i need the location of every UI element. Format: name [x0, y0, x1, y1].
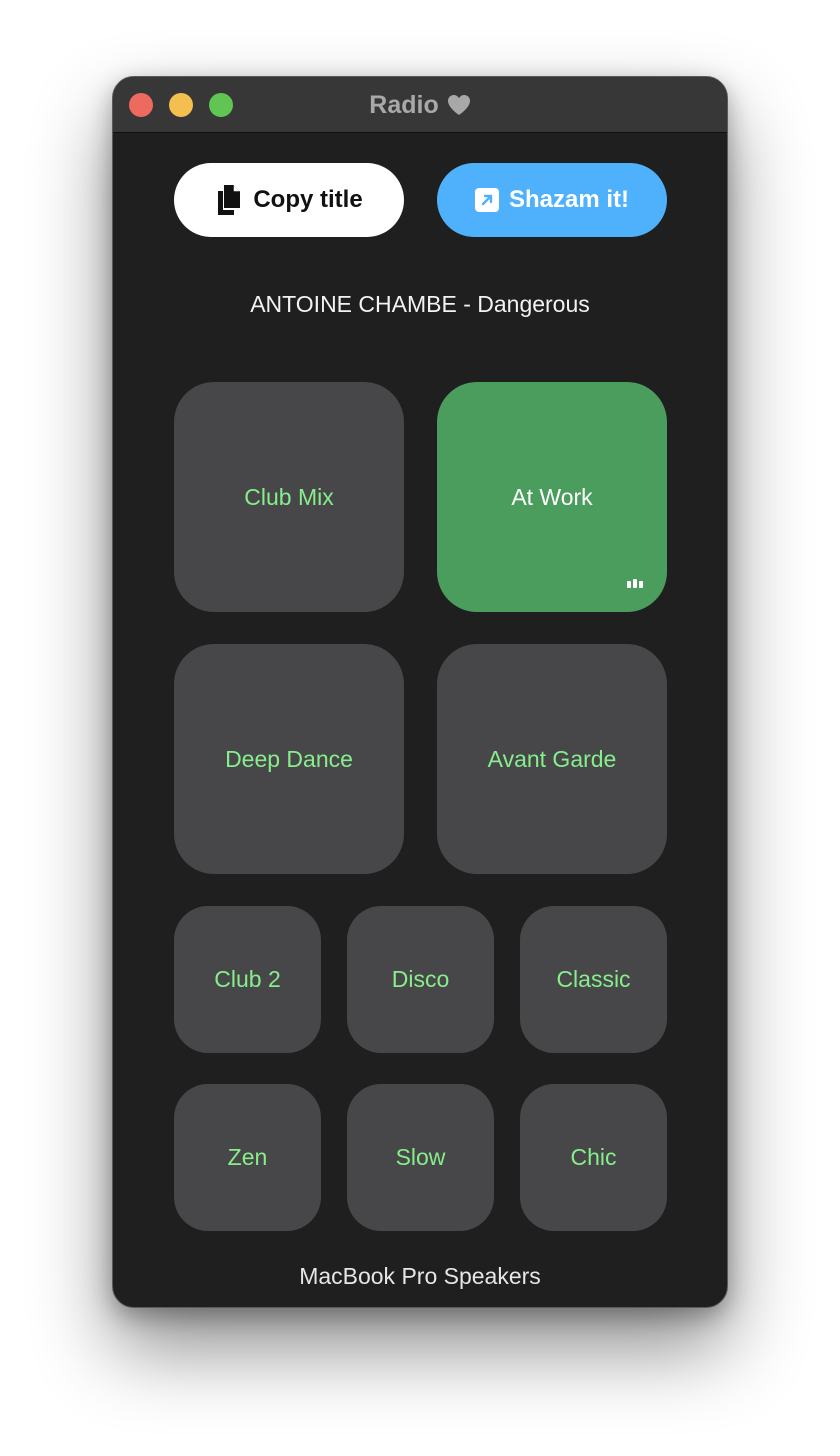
document-copy-icon [218, 185, 241, 215]
station-label: Zen [227, 1144, 268, 1170]
copy-title-button[interactable]: Copy title [174, 163, 404, 237]
station-label: Avant Garde [487, 745, 617, 772]
output-device-label[interactable]: MacBook Pro Speakers [113, 1263, 727, 1290]
station-tile-club-mix[interactable]: Club Mix [174, 382, 404, 612]
station-tile-zen[interactable]: Zen [174, 1084, 321, 1231]
now-playing-title: ANTOINE CHAMBE - Dangerous [250, 291, 590, 317]
window-title-text: Radio [369, 90, 439, 119]
title-bar[interactable]: Radio [113, 77, 727, 133]
station-label: Chic [570, 1144, 617, 1170]
station-tile-classic[interactable]: Classic [520, 906, 667, 1053]
shazam-label: Shazam it! [508, 186, 630, 213]
heart-icon [447, 95, 470, 115]
station-tile-slow[interactable]: Slow [347, 1084, 494, 1231]
radio-window: Radio Copy title Shazam it! ANTOINE CHAM… [112, 76, 728, 1308]
copy-title-label: Copy title [253, 186, 363, 213]
station-label: Disco [391, 966, 450, 992]
station-tile-avant-garde[interactable]: Avant Garde [437, 644, 667, 874]
station-label: Slow [395, 1144, 446, 1170]
arrow-up-right-square-icon [474, 188, 499, 212]
shazam-button[interactable]: Shazam it! [437, 163, 667, 237]
station-label: Club 2 [214, 966, 281, 992]
station-tile-deep-dance[interactable]: Deep Dance [174, 644, 404, 874]
station-tile-chic[interactable]: Chic [520, 1084, 667, 1231]
station-tile-club-2[interactable]: Club 2 [174, 906, 321, 1053]
station-label: At Work [511, 483, 593, 510]
station-label: Club Mix [244, 483, 334, 510]
window-title: Radio [113, 77, 727, 133]
station-tile-disco[interactable]: Disco [347, 906, 494, 1053]
station-label: Classic [556, 966, 631, 992]
station-tile-at-work[interactable]: At Work [437, 382, 667, 612]
equalizer-bars-icon [627, 579, 643, 588]
station-label: Deep Dance [225, 745, 353, 772]
